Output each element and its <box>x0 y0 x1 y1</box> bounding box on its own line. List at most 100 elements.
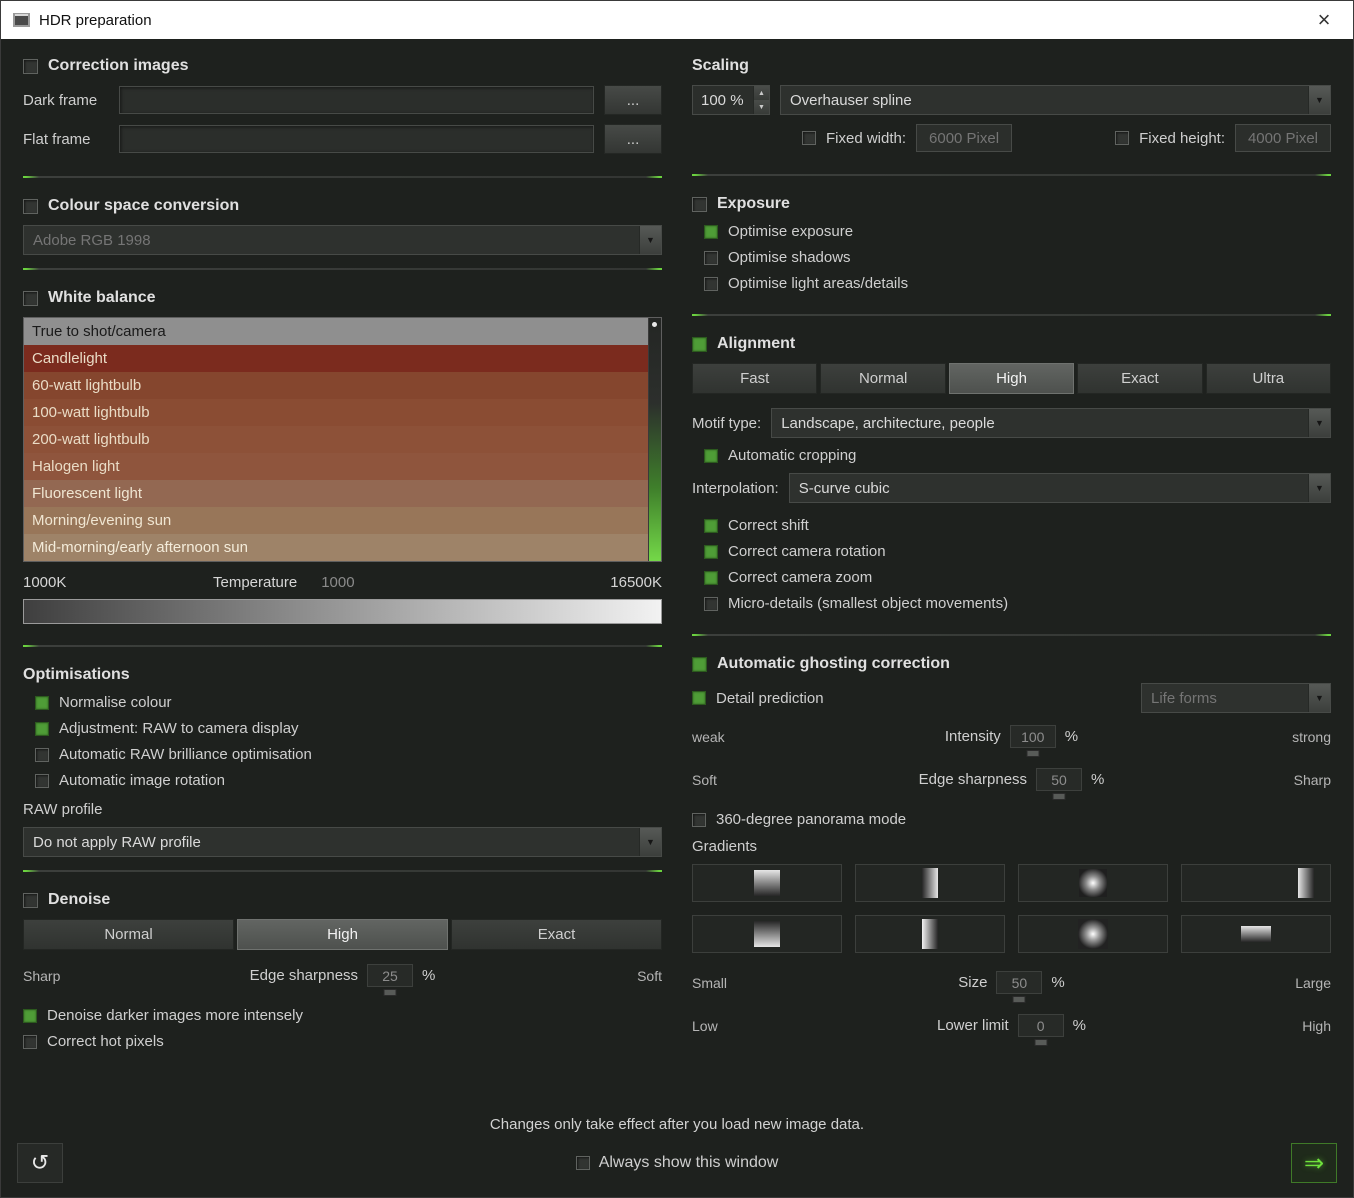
slider-handle[interactable] <box>1053 793 1066 800</box>
image-rotation-label[interactable]: Automatic image rotation <box>59 772 225 789</box>
micro-details-checkbox[interactable] <box>704 597 718 611</box>
denoise-mode-exact[interactable]: Exact <box>451 919 662 950</box>
slider-handle[interactable] <box>384 989 397 996</box>
raw-to-camera-label[interactable]: Adjustment: RAW to camera display <box>59 720 299 737</box>
gradient-tile-3[interactable] <box>1018 864 1168 902</box>
motif-type-dropdown[interactable]: Landscape, architecture, people ▼ <box>771 408 1331 438</box>
undo-button[interactable]: ↺ <box>17 1143 63 1183</box>
optimise-light-areas-label[interactable]: Optimise light areas/details <box>728 275 908 292</box>
scrollbar-thumb[interactable] <box>652 322 657 327</box>
alignment-mode-ultra[interactable]: Ultra <box>1206 363 1331 394</box>
exposure-checkbox[interactable] <box>692 197 707 212</box>
optimise-shadows-checkbox[interactable] <box>704 251 718 265</box>
white-balance-option[interactable]: Candlelight <box>24 345 661 372</box>
white-balance-option[interactable]: Fluorescent light <box>24 480 661 507</box>
white-balance-checkbox[interactable] <box>23 291 38 306</box>
always-show-checkbox[interactable] <box>576 1156 590 1170</box>
alignment-mode-high[interactable]: High <box>949 363 1074 394</box>
correct-shift-checkbox[interactable] <box>704 519 718 533</box>
raw-brilliance-checkbox[interactable] <box>35 748 49 762</box>
alignment-mode-normal[interactable]: Normal <box>820 363 945 394</box>
detail-prediction-checkbox[interactable] <box>692 691 706 705</box>
slider-handle[interactable] <box>1013 996 1026 1003</box>
white-balance-scrollbar[interactable] <box>648 318 661 561</box>
automatic-cropping-checkbox[interactable] <box>704 449 718 463</box>
scale-percent-spinner[interactable]: 100 % ▲▼ <box>692 85 770 115</box>
white-balance-option[interactable]: 100-watt lightbulb <box>24 399 661 426</box>
close-icon[interactable]: × <box>1307 8 1341 32</box>
correct-camera-zoom-checkbox[interactable] <box>704 571 718 585</box>
denoise-mode-high[interactable]: High <box>237 919 448 950</box>
correct-camera-rotation-label[interactable]: Correct camera rotation <box>728 543 886 560</box>
spin-up-icon[interactable]: ▲ <box>754 86 769 100</box>
white-balance-option[interactable]: 200-watt lightbulb <box>24 426 661 453</box>
life-forms-dropdown[interactable]: Life forms ▼ <box>1141 683 1331 713</box>
colour-space-checkbox[interactable] <box>23 199 38 214</box>
fixed-width-input[interactable]: 6000 Pixel <box>916 124 1012 152</box>
denoise-edge-sharpness-value[interactable]: 25 <box>367 964 413 987</box>
next-button[interactable]: ⇒ <box>1291 1143 1337 1183</box>
temperature-value[interactable]: 1000 <box>321 574 354 591</box>
optimise-shadows-label[interactable]: Optimise shadows <box>728 249 851 266</box>
gradient-tile-1[interactable] <box>692 864 842 902</box>
gradient-tile-5[interactable] <box>692 915 842 953</box>
flat-frame-browse-button[interactable]: ... <box>604 124 662 154</box>
correct-camera-zoom-label[interactable]: Correct camera zoom <box>728 569 872 586</box>
white-balance-option[interactable]: 60-watt lightbulb <box>24 372 661 399</box>
denoise-checkbox[interactable] <box>23 893 38 908</box>
white-balance-option[interactable]: Morning/evening sun <box>24 507 661 534</box>
alignment-mode-exact[interactable]: Exact <box>1077 363 1202 394</box>
normalise-colour-label[interactable]: Normalise colour <box>59 694 172 711</box>
alignment-mode-fast[interactable]: Fast <box>692 363 817 394</box>
alignment-checkbox[interactable] <box>692 337 707 352</box>
raw-profile-dropdown[interactable]: Do not apply RAW profile ▼ <box>23 827 662 857</box>
micro-details-label[interactable]: Micro-details (smallest object movements… <box>728 595 1008 612</box>
edge-sharpness-value[interactable]: 50 <box>1036 768 1082 791</box>
spin-down-icon[interactable]: ▼ <box>754 100 769 114</box>
always-show-label[interactable]: Always show this window <box>599 1154 779 1172</box>
gradient-tile-7[interactable] <box>1018 915 1168 953</box>
fixed-height-input[interactable]: 4000 Pixel <box>1235 124 1331 152</box>
raw-to-camera-checkbox[interactable] <box>35 722 49 736</box>
denoise-darker-label[interactable]: Denoise darker images more intensely <box>47 1007 303 1024</box>
chevron-down-icon[interactable]: ▼ <box>1308 86 1330 114</box>
white-balance-option[interactable]: Halogen light <box>24 453 661 480</box>
scaling-method-dropdown[interactable]: Overhauser spline ▼ <box>780 85 1331 115</box>
correct-camera-rotation-checkbox[interactable] <box>704 545 718 559</box>
hot-pixels-checkbox[interactable] <box>23 1035 37 1049</box>
gradient-tile-8[interactable] <box>1181 915 1331 953</box>
chevron-down-icon[interactable]: ▼ <box>1308 684 1330 712</box>
lower-limit-value[interactable]: 0 <box>1018 1014 1064 1037</box>
denoise-mode-normal[interactable]: Normal <box>23 919 234 950</box>
automatic-cropping-label[interactable]: Automatic cropping <box>728 447 856 464</box>
dark-frame-input[interactable] <box>119 86 594 114</box>
fixed-height-checkbox[interactable] <box>1115 131 1129 145</box>
detail-prediction-label[interactable]: Detail prediction <box>716 690 824 707</box>
intensity-value[interactable]: 100 <box>1010 725 1056 748</box>
optimise-exposure-label[interactable]: Optimise exposure <box>728 223 853 240</box>
chevron-down-icon[interactable]: ▼ <box>1308 409 1330 437</box>
slider-handle[interactable] <box>1026 750 1039 757</box>
white-balance-option[interactable]: Mid-morning/early afternoon sun <box>24 534 661 561</box>
flat-frame-input[interactable] <box>119 125 594 153</box>
gradient-tile-2[interactable] <box>855 864 1005 902</box>
gradient-tile-4[interactable] <box>1181 864 1331 902</box>
panorama-mode-label[interactable]: 360-degree panorama mode <box>716 811 906 828</box>
interpolation-dropdown[interactable]: S-curve cubic ▼ <box>789 473 1331 503</box>
image-rotation-checkbox[interactable] <box>35 774 49 788</box>
chevron-down-icon[interactable]: ▼ <box>639 226 661 254</box>
raw-brilliance-label[interactable]: Automatic RAW brilliance optimisation <box>59 746 312 763</box>
hot-pixels-label[interactable]: Correct hot pixels <box>47 1033 164 1050</box>
gradient-tile-6[interactable] <box>855 915 1005 953</box>
panorama-mode-checkbox[interactable] <box>692 813 706 827</box>
size-value[interactable]: 50 <box>996 971 1042 994</box>
ghosting-correction-checkbox[interactable] <box>692 657 707 672</box>
chevron-down-icon[interactable]: ▼ <box>1308 474 1330 502</box>
normalise-colour-checkbox[interactable] <box>35 696 49 710</box>
fixed-width-checkbox[interactable] <box>802 131 816 145</box>
correct-shift-label[interactable]: Correct shift <box>728 517 809 534</box>
optimise-light-areas-checkbox[interactable] <box>704 277 718 291</box>
optimise-exposure-checkbox[interactable] <box>704 225 718 239</box>
temperature-gradient-slider[interactable] <box>23 599 662 624</box>
dark-frame-browse-button[interactable]: ... <box>604 85 662 115</box>
